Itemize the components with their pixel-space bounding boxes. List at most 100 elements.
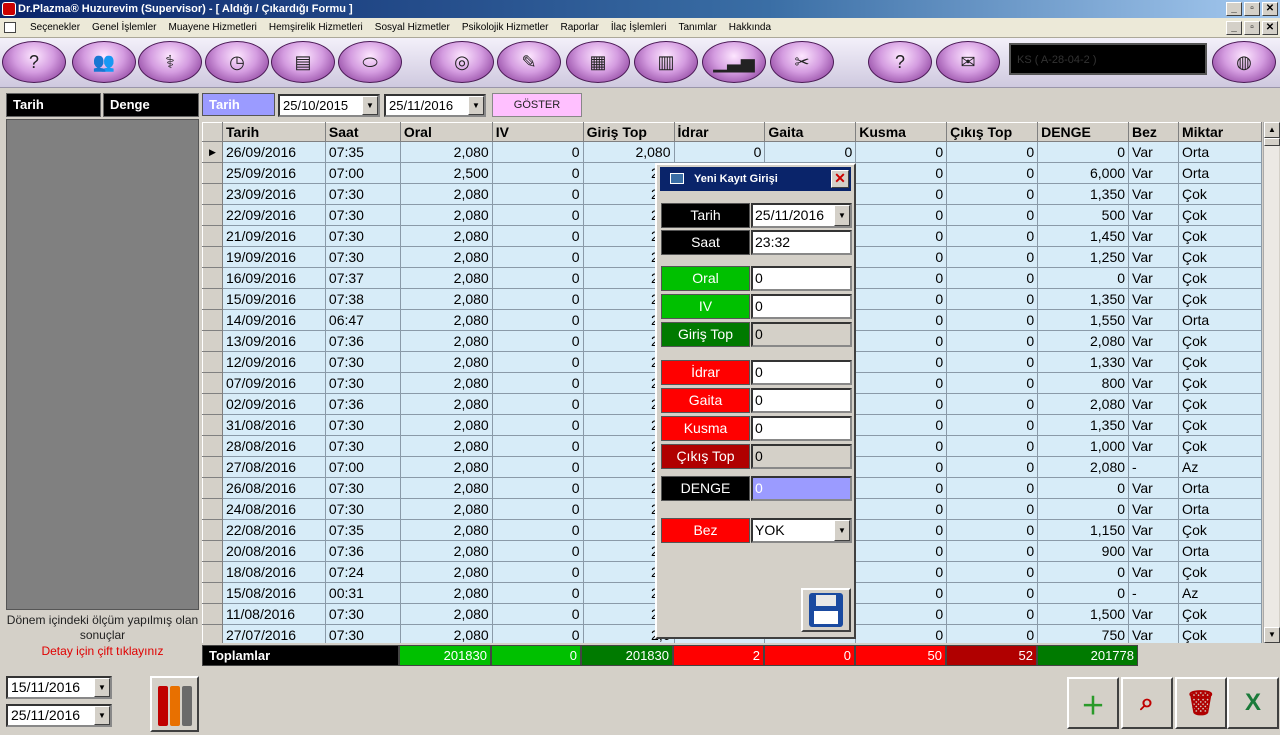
- grid-cell: 750: [1037, 624, 1130, 643]
- bottom-to-date[interactable]: 25/11/2016 ▼: [6, 704, 112, 727]
- grid-header-cell[interactable]: IV: [491, 122, 584, 142]
- menu-muayene[interactable]: Muayene Hizmetleri: [163, 18, 263, 38]
- grid-cell: 02/09/2016: [221, 393, 326, 415]
- menu-secenekler[interactable]: Seçenekler: [24, 18, 86, 38]
- user-info-box: KS ( A-28-04-2 ): [1009, 43, 1207, 75]
- globe-button[interactable]: ◍: [1212, 41, 1276, 83]
- chevron-down-icon[interactable]: ▼: [834, 205, 850, 226]
- grid-cell: 1,150: [1037, 519, 1130, 541]
- grid-cell: Var: [1128, 498, 1179, 520]
- stopwatch-button[interactable]: ◷: [205, 41, 269, 83]
- oral-field[interactable]: 0: [751, 266, 852, 291]
- show-button[interactable]: GÖSTER: [492, 93, 582, 117]
- add-record-button[interactable]: ＋: [1067, 677, 1119, 729]
- tarih-field[interactable]: 25/11/2016 ▼: [751, 203, 852, 228]
- grid-header-cell[interactable]: Giriş Top: [582, 122, 675, 142]
- chevron-down-icon[interactable]: ▼: [468, 96, 484, 115]
- preview-button[interactable]: ⌕: [1121, 677, 1173, 729]
- bottom-from-date[interactable]: 15/11/2016 ▼: [6, 676, 112, 699]
- chevron-down-icon[interactable]: ▼: [94, 678, 110, 697]
- clipboard-button[interactable]: ▥: [634, 41, 698, 83]
- idrar-field[interactable]: 0: [751, 360, 852, 385]
- grid-cell: 2,080: [399, 456, 493, 478]
- menu-hakkinda[interactable]: Hakkında: [723, 18, 777, 38]
- grid-header-cell[interactable]: Gaita: [764, 122, 857, 142]
- tools-button[interactable]: ✂: [770, 41, 834, 83]
- grid-header-cell[interactable]: DENGE: [1037, 122, 1130, 142]
- grid-header-cell[interactable]: Oral: [399, 122, 493, 142]
- help-head-button[interactable]: ?: [2, 41, 66, 83]
- menu-hemsirelik[interactable]: Hemşirelik Hizmetleri: [263, 18, 369, 38]
- grid-cell: 0: [855, 288, 948, 310]
- chart-button[interactable]: ▁▃▅: [702, 41, 766, 83]
- menu-psikolojik[interactable]: Psikolojik Hizmetler: [456, 18, 555, 38]
- grid-cell: 0: [946, 309, 1039, 331]
- chevron-down-icon[interactable]: ▼: [94, 706, 110, 725]
- child-close-button[interactable]: ✕: [1262, 21, 1278, 35]
- grid-cell: 07:36: [324, 330, 401, 352]
- grid-cell: 24/08/2016: [221, 498, 326, 520]
- stopwatch-icon: ◷: [229, 51, 245, 72]
- grid-header-cell[interactable]: Tarih: [221, 122, 326, 142]
- note-button[interactable]: ?: [868, 41, 932, 83]
- saat-field[interactable]: 23:32: [751, 230, 852, 255]
- menu-sosyal[interactable]: Sosyal Hizmetler: [369, 18, 456, 38]
- chevron-down-icon[interactable]: ▼: [362, 96, 378, 115]
- kusma-field[interactable]: 0: [751, 416, 852, 441]
- grid-cell: Var: [1128, 204, 1179, 226]
- menu-genel-islemler[interactable]: Genel İşlemler: [86, 18, 162, 38]
- grid-cell: 0: [946, 498, 1039, 520]
- archive-button[interactable]: [150, 676, 199, 732]
- syringe-button[interactable]: ✎: [497, 41, 561, 83]
- grid-cell: 0: [855, 141, 948, 163]
- grid-header-cell[interactable]: İdrar: [673, 122, 766, 142]
- grid-cell: 07:30: [324, 351, 401, 373]
- left-summary-list[interactable]: [6, 119, 199, 610]
- doc-button[interactable]: ▤: [271, 41, 335, 83]
- grid-cell: 28/08/2016: [221, 435, 326, 457]
- grid-cell: Var: [1128, 162, 1179, 184]
- grid-cell: 0: [491, 519, 584, 541]
- grid-cell: 0: [1037, 141, 1130, 163]
- chevron-down-icon[interactable]: ▼: [834, 520, 850, 541]
- grid-header-cell[interactable]: Miktar: [1177, 122, 1262, 142]
- filter-to-date[interactable]: 25/11/2016 ▼: [384, 94, 486, 117]
- child-minimize-button[interactable]: _: [1226, 21, 1242, 35]
- grid-cell: Çok: [1177, 246, 1262, 268]
- delete-button[interactable]: 🗑: [1175, 677, 1227, 729]
- minimize-button[interactable]: _: [1226, 2, 1242, 16]
- grid-cell: 0: [491, 624, 584, 643]
- scroll-down-icon[interactable]: ▼: [1264, 627, 1280, 643]
- grid-header-cell[interactable]: Çıkış Top: [946, 122, 1039, 142]
- save-button[interactable]: [801, 588, 851, 632]
- calendar-button[interactable]: ▦: [566, 41, 630, 83]
- gaita-field[interactable]: 0: [751, 388, 852, 413]
- grid-cell: Var: [1128, 183, 1179, 205]
- menu-tanimlar[interactable]: Tanımlar: [672, 18, 722, 38]
- restore-button[interactable]: ▫: [1244, 2, 1260, 16]
- pills-button[interactable]: ⬭: [338, 41, 402, 83]
- filter-to-value: 25/11/2016: [389, 98, 454, 113]
- dialog-close-button[interactable]: ✕: [831, 170, 849, 188]
- menu-ilac[interactable]: İlaç İşlemleri: [605, 18, 673, 38]
- close-button[interactable]: ✕: [1262, 2, 1278, 16]
- filter-from-date[interactable]: 25/10/2015 ▼: [278, 94, 380, 117]
- mail-button[interactable]: ✉: [936, 41, 1000, 83]
- bez-select[interactable]: YOK ▼: [751, 518, 852, 543]
- grid-cell: 0: [855, 498, 948, 520]
- grid-header-cell[interactable]: Kusma: [855, 122, 948, 142]
- spiral-button[interactable]: ◎: [430, 41, 494, 83]
- child-restore-button[interactable]: ▫: [1244, 21, 1260, 35]
- menu-raporlar[interactable]: Raporlar: [555, 18, 605, 38]
- grid-vertical-scrollbar[interactable]: ▲ ▼: [1263, 122, 1280, 643]
- grid-header-cell[interactable]: Saat: [324, 122, 401, 142]
- scroll-up-icon[interactable]: ▲: [1264, 122, 1280, 138]
- iv-field[interactable]: 0: [751, 294, 852, 319]
- grid-header-cell[interactable]: Bez: [1128, 122, 1179, 142]
- stethoscope-button[interactable]: ⚕: [138, 41, 202, 83]
- doctors-button[interactable]: 👥: [72, 41, 136, 83]
- excel-export-button[interactable]: X: [1227, 677, 1279, 729]
- scroll-thumb[interactable]: [1264, 138, 1280, 146]
- grid-cell: 0: [855, 540, 948, 562]
- table-row[interactable]: ▶ 26/09/2016 07:35 2,080 0 2,080 0 0 0 0 0 Var Orta: [202, 141, 1262, 163]
